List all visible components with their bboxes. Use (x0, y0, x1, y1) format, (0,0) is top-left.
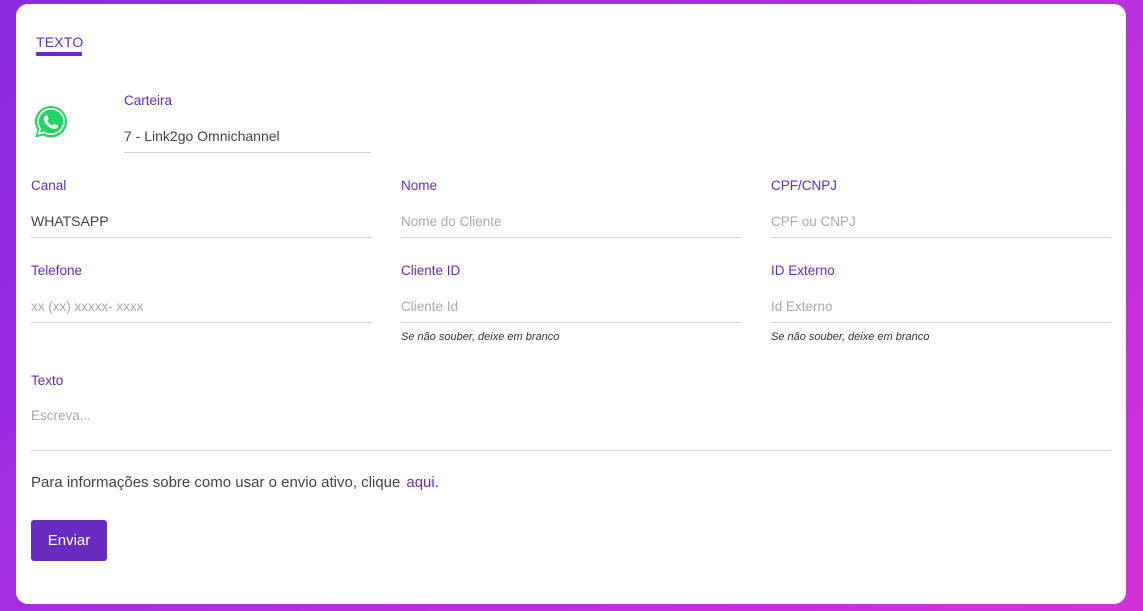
cliente-id-hint: Se não souber, deixe em branco (401, 331, 560, 343)
info-link[interactable]: aqui. (406, 474, 439, 491)
cliente-id-input[interactable]: Cliente Id (401, 299, 458, 314)
telefone-input[interactable]: xx (xx) xxxxx- xxxx (31, 299, 144, 314)
cliente-id-label: Cliente ID (401, 263, 461, 278)
id-externo-underline (771, 322, 1111, 323)
canal-underline (31, 237, 372, 238)
cliente-id-underline (401, 322, 741, 323)
tab-active-indicator (36, 52, 82, 56)
id-externo-input[interactable]: Id Externo (771, 299, 833, 314)
id-externo-label: ID Externo (771, 263, 835, 278)
nome-underline (401, 237, 741, 238)
tab-texto[interactable]: TEXTO (36, 34, 83, 50)
cpf-input[interactable]: CPF ou CNPJ (771, 214, 856, 229)
telefone-underline (31, 322, 372, 323)
nome-label: Nome (401, 178, 438, 193)
telefone-label: Telefone (31, 263, 83, 278)
nome-input[interactable]: Nome do Cliente (401, 214, 502, 229)
info-text: Para informações sobre como usar o envio… (31, 474, 439, 491)
whatsapp-icon (35, 106, 67, 138)
canal-field[interactable]: WHATSAPP (31, 213, 109, 229)
info-message: Para informações sobre como usar o envio… (31, 474, 401, 491)
texto-label: Texto (31, 373, 64, 388)
id-externo-hint: Se não souber, deixe em branco (771, 331, 930, 343)
wallet-select[interactable]: 7 - Link2go Omnichannel (124, 128, 280, 144)
wallet-label: Carteira (124, 93, 173, 108)
cpf-label: CPF/CNPJ (771, 178, 838, 193)
cpf-underline (771, 237, 1111, 238)
texto-textarea[interactable]: Escreva... (31, 408, 91, 423)
enviar-button[interactable]: Enviar (31, 520, 107, 561)
canal-label: Canal (31, 178, 67, 193)
form-card: TEXTO Carteira 7 - Link2go Omnichannel C… (16, 4, 1126, 604)
texto-underline (31, 450, 1111, 451)
wallet-underline (124, 152, 371, 153)
